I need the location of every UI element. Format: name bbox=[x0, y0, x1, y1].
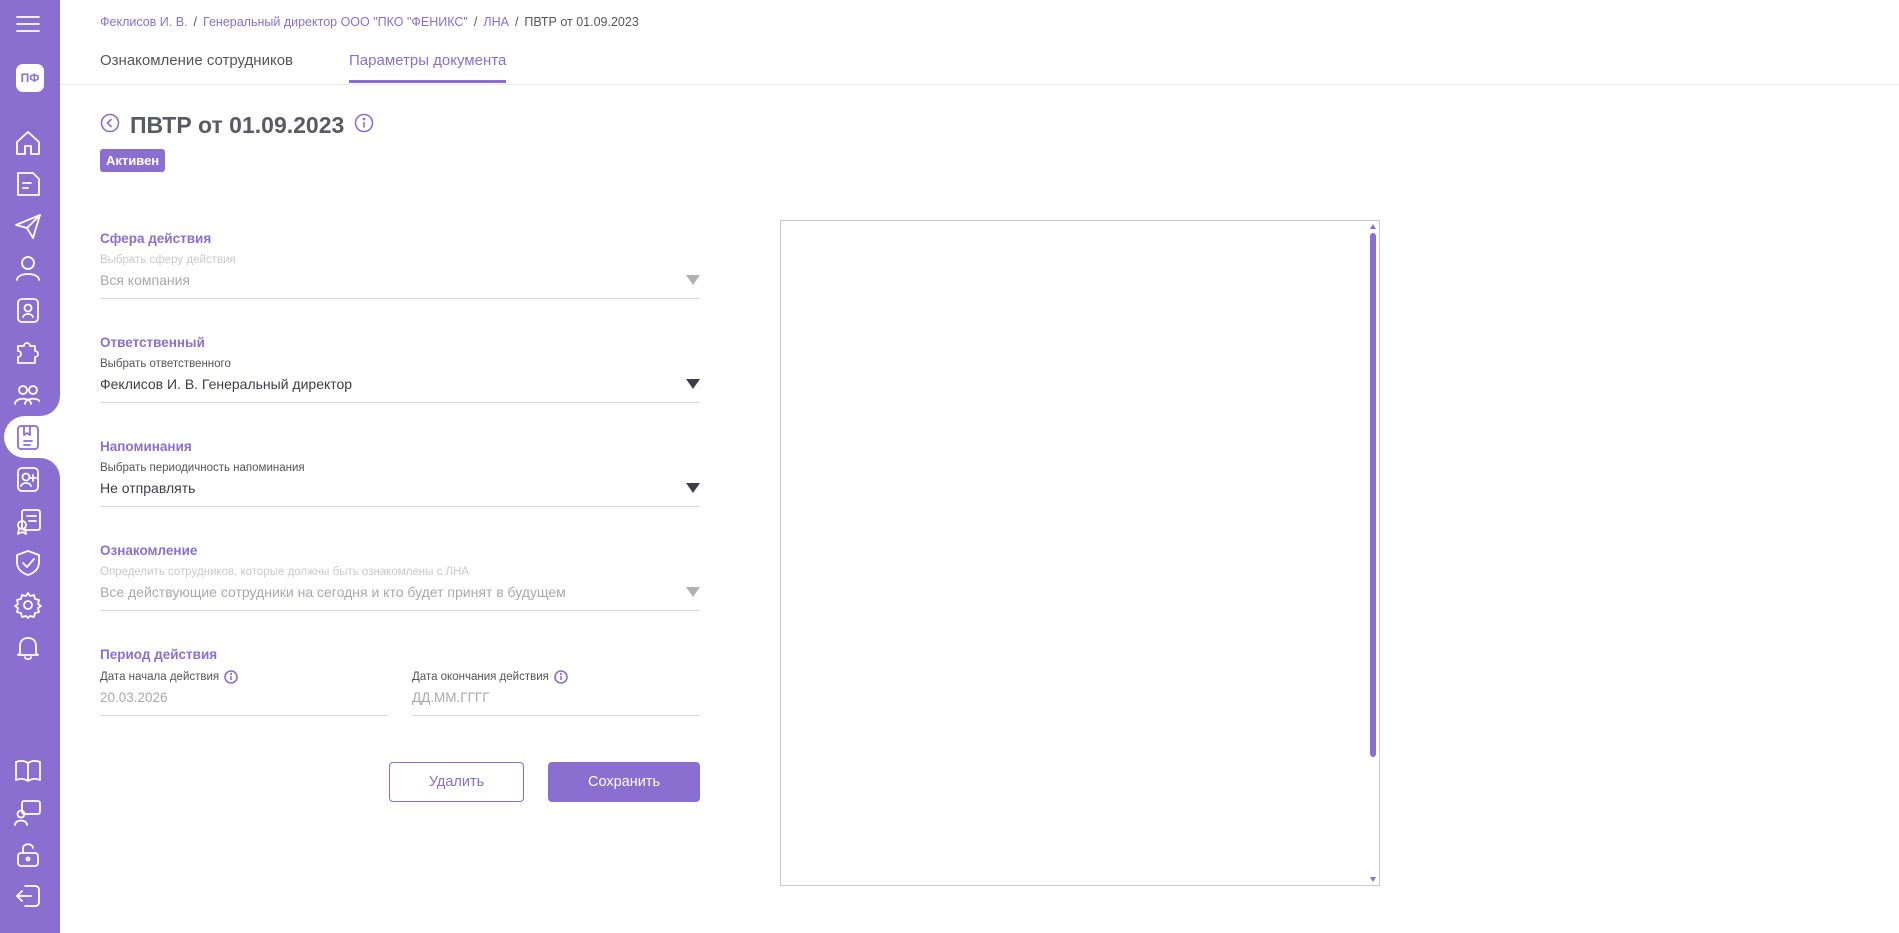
scope-label: Сфера действия bbox=[100, 231, 212, 246]
responsible-field: Ответственный Выбрать ответственного Фек… bbox=[100, 335, 700, 403]
period-label: Период действия bbox=[100, 647, 218, 662]
breadcrumb-separator: / bbox=[514, 15, 519, 29]
info-icon[interactable] bbox=[224, 670, 238, 684]
info-icon[interactable] bbox=[554, 670, 568, 684]
chevron-down-icon bbox=[686, 483, 700, 493]
responsible-hint: Выбрать ответственного bbox=[100, 358, 231, 370]
end-date-field: Дата окончания действия ДД.ММ.ГГГГ bbox=[412, 670, 700, 716]
acquaintance-hint: Определить сотрудников, которые должны б… bbox=[100, 566, 470, 578]
end-date-hint: Дата окончания действия bbox=[412, 671, 549, 683]
document-preview[interactable] bbox=[780, 220, 1380, 886]
user-icon[interactable] bbox=[12, 252, 44, 284]
active-indicator-top bbox=[40, 396, 60, 416]
responsible-select[interactable]: Феклисов И. В. Генеральный директор bbox=[100, 376, 700, 403]
breadcrumb-current: ПВТР от 01.09.2023 bbox=[524, 15, 639, 29]
reminders-hint: Выбрать периодичность напоминания bbox=[100, 462, 305, 474]
gear-icon[interactable] bbox=[12, 589, 44, 621]
info-icon[interactable] bbox=[354, 113, 374, 138]
home-icon[interactable] bbox=[12, 127, 44, 159]
start-date-field: Дата начала действия 20.03.2026 bbox=[100, 670, 388, 716]
tabs-divider bbox=[60, 84, 1899, 85]
start-date-hint: Дата начала действия bbox=[100, 671, 220, 683]
employee-badge-icon[interactable] bbox=[12, 294, 44, 326]
page-title: ПВТР от 01.09.2023 bbox=[130, 112, 345, 138]
breadcrumb: Феклисов И. В. / Генеральный директор ОО… bbox=[100, 15, 639, 29]
avatar[interactable]: ПФ bbox=[16, 64, 44, 92]
acquaintance-select[interactable]: Все действующие сотрудники на сегодня и … bbox=[100, 584, 700, 611]
tab-employee-acquaintance[interactable]: Ознакомление сотрудников bbox=[100, 52, 293, 83]
responsible-label: Ответственный bbox=[100, 335, 205, 350]
save-button[interactable]: Сохранить bbox=[548, 762, 700, 802]
start-date-input[interactable]: 20.03.2026 bbox=[100, 690, 388, 716]
chevron-down-icon bbox=[686, 379, 700, 389]
chevron-down-icon bbox=[686, 587, 700, 597]
shield-check-icon[interactable] bbox=[12, 547, 44, 579]
unlock-icon[interactable] bbox=[12, 838, 44, 870]
book-icon[interactable] bbox=[12, 754, 44, 786]
acquaintance-label: Ознакомление bbox=[100, 543, 198, 558]
logout-icon[interactable] bbox=[12, 880, 44, 912]
breadcrumb-separator: / bbox=[473, 15, 478, 29]
chevron-down-icon bbox=[686, 275, 700, 285]
back-icon[interactable] bbox=[100, 113, 120, 138]
scope-select[interactable]: Вся компания bbox=[100, 272, 700, 299]
end-date-input[interactable]: ДД.ММ.ГГГГ bbox=[412, 690, 700, 716]
tab-document-parameters[interactable]: Параметры документа bbox=[349, 52, 507, 83]
scroll-up-icon[interactable] bbox=[1370, 224, 1376, 229]
add-user-icon[interactable] bbox=[12, 463, 44, 495]
scope-field: Сфера действия Выбрать сферу действия Вс… bbox=[100, 231, 700, 299]
delete-button[interactable]: Удалить bbox=[389, 762, 524, 802]
scope-value: Вся компания bbox=[100, 272, 191, 288]
scroll-down-icon[interactable] bbox=[1370, 877, 1376, 882]
breadcrumb-separator: / bbox=[193, 15, 198, 29]
tabs: Ознакомление сотрудников Параметры докум… bbox=[100, 52, 562, 83]
acquaintance-value: Все действующие сотрудники на сегодня и … bbox=[100, 584, 566, 600]
acquaintance-field: Ознакомление Определить сотрудников, кот… bbox=[100, 543, 700, 611]
training-icon[interactable] bbox=[12, 796, 44, 828]
preview-scrollbar[interactable] bbox=[1367, 221, 1379, 885]
send-icon[interactable] bbox=[12, 210, 44, 242]
reminders-label: Напоминания bbox=[100, 439, 192, 454]
title-row: ПВТР от 01.09.2023 bbox=[100, 112, 374, 139]
breadcrumb-item-user[interactable]: Феклисов И. В. bbox=[100, 15, 188, 29]
scroll-thumb[interactable] bbox=[1370, 233, 1376, 757]
reminders-field: Напоминания Выбрать периодичность напоми… bbox=[100, 439, 700, 507]
menu-icon[interactable] bbox=[12, 8, 44, 40]
sidebar: ПФ bbox=[0, 0, 64, 933]
breadcrumb-item-position[interactable]: Генеральный директор ООО "ПКО "ФЕНИКС" bbox=[203, 15, 468, 29]
period-field: Период действия bbox=[100, 647, 700, 662]
puzzle-icon[interactable] bbox=[12, 336, 44, 368]
document-review-icon[interactable] bbox=[12, 421, 44, 453]
breadcrumb-item-lna[interactable]: ЛНА bbox=[483, 15, 509, 29]
document-icon[interactable] bbox=[12, 168, 44, 200]
certificate-icon[interactable] bbox=[12, 505, 44, 537]
reminders-value: Не отправлять bbox=[100, 480, 196, 496]
scope-hint: Выбрать сферу действия bbox=[100, 254, 236, 266]
bell-icon[interactable] bbox=[12, 631, 44, 663]
status-badge: Активен bbox=[100, 149, 166, 172]
reminders-select[interactable]: Не отправлять bbox=[100, 480, 700, 507]
responsible-value: Феклисов И. В. Генеральный директор bbox=[100, 376, 353, 392]
